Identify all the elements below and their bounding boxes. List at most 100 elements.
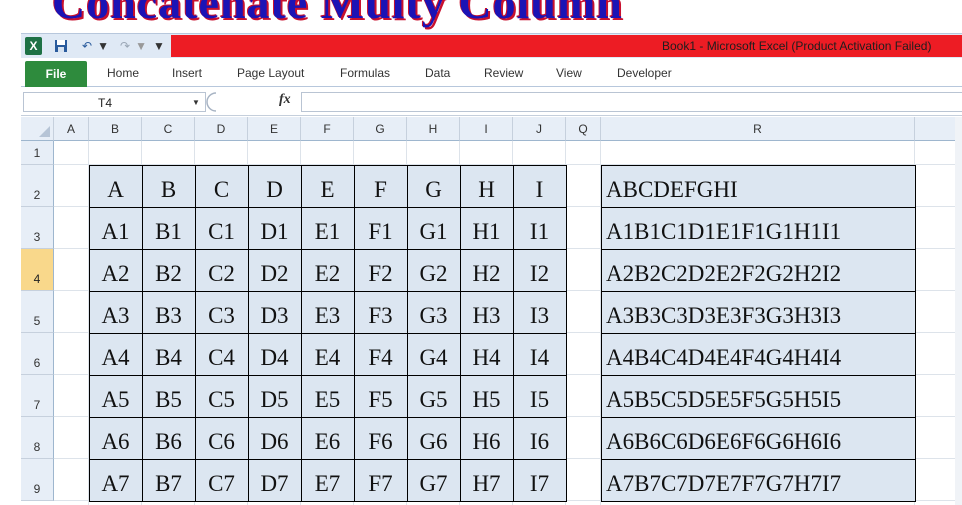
table-cell[interactable]: E2 bbox=[301, 249, 355, 292]
result-cell[interactable]: A4B4C4D4E4F4G4H4I4 bbox=[601, 333, 916, 376]
table-cell[interactable]: E6 bbox=[301, 417, 355, 460]
column-header-c[interactable]: C bbox=[142, 117, 195, 141]
table-cell[interactable]: D2 bbox=[248, 249, 302, 292]
table-cell[interactable]: H7 bbox=[460, 459, 514, 502]
table-cell[interactable]: C2 bbox=[195, 249, 249, 292]
table-cell[interactable]: D5 bbox=[248, 375, 302, 418]
table-cell[interactable]: D bbox=[248, 165, 302, 208]
result-cell[interactable]: A6B6C6D6E6F6G6H6I6 bbox=[601, 417, 916, 460]
result-cell[interactable]: A2B2C2D2E2F2G2H2I2 bbox=[601, 249, 916, 292]
table-cell[interactable]: B2 bbox=[142, 249, 196, 292]
row-header-9[interactable]: 9 bbox=[21, 459, 54, 501]
table-cell[interactable]: H bbox=[460, 165, 514, 208]
table-cell[interactable]: B3 bbox=[142, 291, 196, 334]
table-cell[interactable]: I1 bbox=[513, 207, 567, 250]
table-cell[interactable]: H3 bbox=[460, 291, 514, 334]
tab-file[interactable]: File bbox=[25, 61, 87, 87]
table-cell[interactable]: E7 bbox=[301, 459, 355, 502]
table-cell[interactable]: C6 bbox=[195, 417, 249, 460]
table-cell[interactable]: B1 bbox=[142, 207, 196, 250]
redo-dropdown-icon[interactable]: ▼ bbox=[135, 37, 147, 55]
table-cell[interactable]: I bbox=[513, 165, 567, 208]
customize-qat-icon[interactable]: ▼ bbox=[153, 37, 165, 55]
vertical-scroll-edge[interactable] bbox=[955, 117, 962, 505]
table-cell[interactable]: B bbox=[142, 165, 196, 208]
row-header-1[interactable]: 1 bbox=[21, 141, 54, 165]
formula-bar-splitter[interactable] bbox=[206, 91, 218, 113]
tab-review[interactable]: Review bbox=[484, 66, 523, 80]
result-cell[interactable]: A5B5C5D5E5F5G5H5I5 bbox=[601, 375, 916, 418]
table-cell[interactable]: I3 bbox=[513, 291, 567, 334]
table-cell[interactable]: G bbox=[407, 165, 461, 208]
row-header-5[interactable]: 5 bbox=[21, 291, 54, 333]
table-cell[interactable]: C bbox=[195, 165, 249, 208]
tab-formulas[interactable]: Formulas bbox=[340, 66, 390, 80]
undo-icon[interactable]: ↶ bbox=[79, 37, 95, 55]
column-header-a[interactable]: A bbox=[54, 117, 89, 141]
table-cell[interactable]: I5 bbox=[513, 375, 567, 418]
table-cell[interactable]: F5 bbox=[354, 375, 408, 418]
result-cell[interactable]: ABCDEFGHI bbox=[601, 165, 916, 208]
row-header-4[interactable]: 4 bbox=[21, 249, 54, 291]
table-cell[interactable]: E5 bbox=[301, 375, 355, 418]
table-cell[interactable]: E3 bbox=[301, 291, 355, 334]
select-all-corner[interactable] bbox=[21, 117, 54, 141]
table-cell[interactable]: A7 bbox=[89, 459, 143, 502]
table-cell[interactable]: H4 bbox=[460, 333, 514, 376]
column-header-j[interactable]: J bbox=[513, 117, 566, 141]
table-cell[interactable]: D7 bbox=[248, 459, 302, 502]
table-cell[interactable]: H1 bbox=[460, 207, 514, 250]
table-cell[interactable]: F3 bbox=[354, 291, 408, 334]
table-cell[interactable]: C1 bbox=[195, 207, 249, 250]
table-cell[interactable]: F1 bbox=[354, 207, 408, 250]
table-cell[interactable]: G2 bbox=[407, 249, 461, 292]
table-cell[interactable]: C5 bbox=[195, 375, 249, 418]
result-cell[interactable]: A3B3C3D3E3F3G3H3I3 bbox=[601, 291, 916, 334]
table-cell[interactable]: H5 bbox=[460, 375, 514, 418]
column-header-r[interactable]: R bbox=[601, 117, 915, 141]
undo-dropdown-icon[interactable]: ▼ bbox=[97, 37, 109, 55]
table-cell[interactable]: D6 bbox=[248, 417, 302, 460]
table-cell[interactable]: A bbox=[89, 165, 143, 208]
table-cell[interactable]: C4 bbox=[195, 333, 249, 376]
table-cell[interactable]: G3 bbox=[407, 291, 461, 334]
name-box[interactable]: T4 ▼ bbox=[23, 92, 206, 112]
table-cell[interactable]: F4 bbox=[354, 333, 408, 376]
row-header-3[interactable]: 3 bbox=[21, 207, 54, 249]
redo-icon[interactable]: ↷ bbox=[117, 37, 133, 55]
table-cell[interactable]: A4 bbox=[89, 333, 143, 376]
table-cell[interactable]: H6 bbox=[460, 417, 514, 460]
tab-developer[interactable]: Developer bbox=[617, 66, 672, 80]
table-cell[interactable]: B4 bbox=[142, 333, 196, 376]
table-cell[interactable]: I4 bbox=[513, 333, 567, 376]
table-cell[interactable]: F2 bbox=[354, 249, 408, 292]
column-header-b[interactable]: B bbox=[89, 117, 142, 141]
table-cell[interactable]: C3 bbox=[195, 291, 249, 334]
tab-data[interactable]: Data bbox=[425, 66, 450, 80]
table-cell[interactable]: A3 bbox=[89, 291, 143, 334]
table-cell[interactable]: D4 bbox=[248, 333, 302, 376]
column-header-d[interactable]: D bbox=[195, 117, 248, 141]
excel-icon[interactable]: X bbox=[25, 37, 42, 55]
table-cell[interactable]: B5 bbox=[142, 375, 196, 418]
table-cell[interactable]: F7 bbox=[354, 459, 408, 502]
table-cell[interactable]: G7 bbox=[407, 459, 461, 502]
fx-icon[interactable]: fx bbox=[279, 92, 291, 108]
table-cell[interactable]: F bbox=[354, 165, 408, 208]
table-cell[interactable]: E4 bbox=[301, 333, 355, 376]
tab-insert[interactable]: Insert bbox=[172, 66, 202, 80]
table-cell[interactable]: G1 bbox=[407, 207, 461, 250]
tab-page-layout[interactable]: Page Layout bbox=[237, 66, 304, 80]
column-header-i[interactable]: I bbox=[460, 117, 513, 141]
save-icon[interactable] bbox=[53, 37, 69, 55]
table-cell[interactable]: G6 bbox=[407, 417, 461, 460]
table-cell[interactable]: B6 bbox=[142, 417, 196, 460]
row-header-6[interactable]: 6 bbox=[21, 333, 54, 375]
table-cell[interactable]: A1 bbox=[89, 207, 143, 250]
result-cell[interactable]: A7B7C7D7E7F7G7H7I7 bbox=[601, 459, 916, 502]
table-cell[interactable]: A6 bbox=[89, 417, 143, 460]
name-box-dropdown-icon[interactable]: ▼ bbox=[192, 98, 200, 107]
tab-view[interactable]: View bbox=[556, 66, 582, 80]
column-header-q[interactable]: Q bbox=[566, 117, 601, 141]
table-cell[interactable]: I2 bbox=[513, 249, 567, 292]
